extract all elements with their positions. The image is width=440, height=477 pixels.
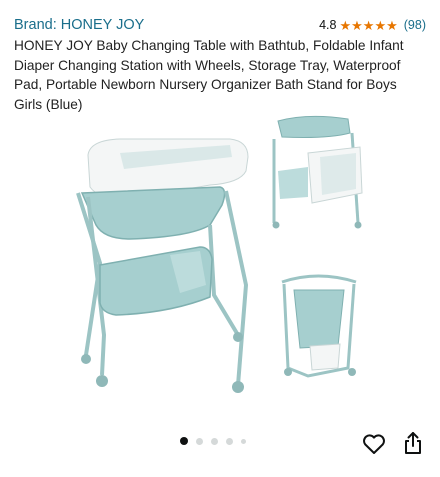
product-image-main[interactable] bbox=[60, 135, 260, 397]
carousel-dot-4[interactable] bbox=[226, 437, 233, 445]
brand-link[interactable]: Brand: HONEY JOY bbox=[14, 17, 144, 33]
carousel-dot-3[interactable] bbox=[211, 437, 218, 445]
share-icon[interactable] bbox=[404, 431, 422, 455]
carousel-dot-2[interactable] bbox=[196, 437, 203, 445]
rating-count[interactable]: (98) bbox=[404, 18, 426, 32]
product-image-folded-view[interactable] bbox=[268, 268, 368, 390]
carousel-dot-5[interactable] bbox=[241, 438, 246, 444]
star-icon: ★★★★★ bbox=[339, 17, 398, 33]
carousel-dot-1[interactable] bbox=[180, 437, 188, 445]
product-image-rear-view[interactable] bbox=[268, 113, 368, 231]
product-header: Brand: HONEY JOY 4.8 ★★★★★ (98) bbox=[14, 15, 426, 35]
image-carousel-indicator[interactable] bbox=[180, 437, 246, 445]
product-title: HONEY JOY Baby Changing Table with Batht… bbox=[14, 38, 404, 112]
rating-value: 4.8 bbox=[319, 18, 337, 32]
rating-summary[interactable]: 4.8 ★★★★★ (98) bbox=[319, 18, 426, 32]
heart-outline-icon[interactable] bbox=[362, 433, 386, 455]
rating-stars-icon: ★★★★★ bbox=[339, 19, 397, 32]
